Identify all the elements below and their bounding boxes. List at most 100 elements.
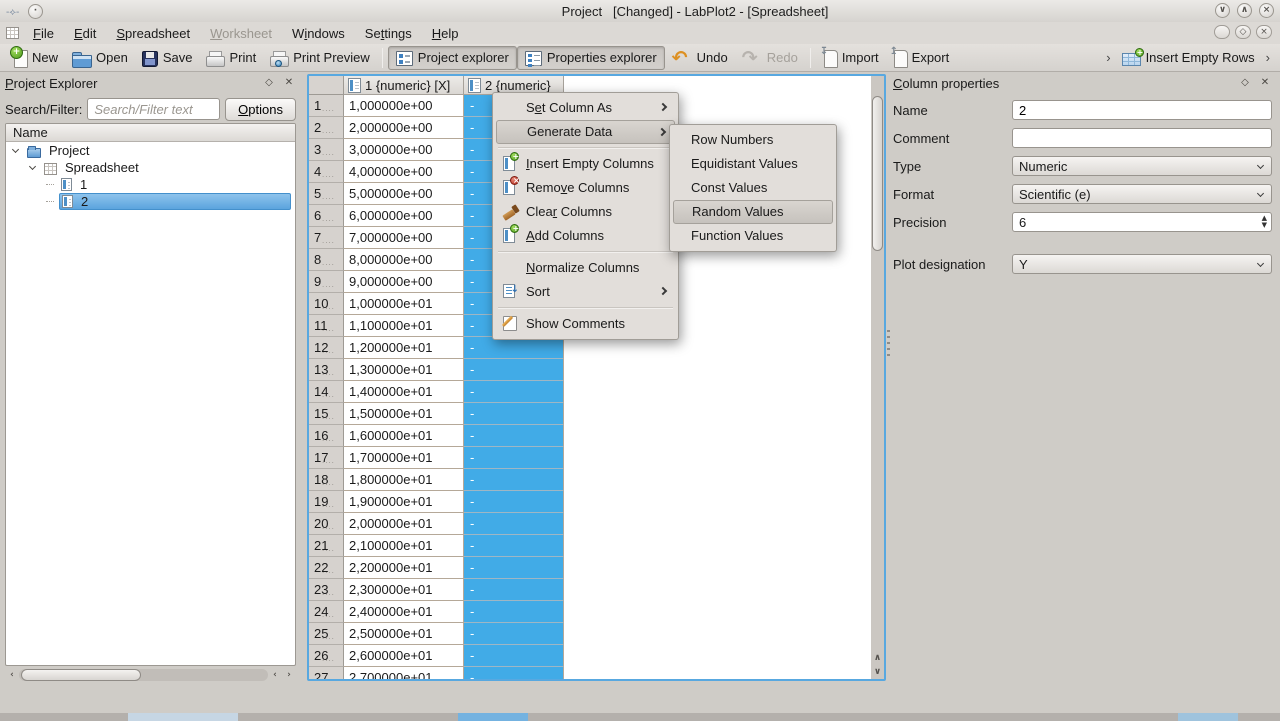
- row-header[interactable]: 3: [309, 139, 344, 161]
- minimize-button[interactable]: ∨: [1215, 3, 1230, 18]
- menu-item-equidistant-values[interactable]: Equidistant Values: [673, 152, 833, 176]
- cell-column-1[interactable]: 2,000000e+00: [344, 117, 464, 139]
- row-header[interactable]: 5: [309, 183, 344, 205]
- menu-item-const-values[interactable]: Const Values: [673, 176, 833, 200]
- format-select[interactable]: Scientific (e): [1012, 184, 1272, 204]
- row-header[interactable]: 8: [309, 249, 344, 271]
- scrollbar-thumb[interactable]: [21, 669, 141, 681]
- column-header-1[interactable]: 1 {numeric} [X]: [344, 76, 464, 95]
- scroll-down-icon[interactable]: ∨: [871, 665, 884, 679]
- cell-column-2-selected[interactable]: -: [464, 403, 564, 425]
- float-panel-icon[interactable]: ◇: [1238, 76, 1252, 90]
- close-panel-icon[interactable]: ✕: [282, 76, 296, 90]
- search-input[interactable]: [87, 98, 220, 120]
- cell-column-1[interactable]: 2,700000e+01: [344, 667, 464, 681]
- dock-splitter-handle[interactable]: [887, 330, 890, 356]
- menu-item-function-values[interactable]: Function Values: [673, 224, 833, 248]
- row-header[interactable]: 12: [309, 337, 344, 359]
- cell-column-2-selected[interactable]: -: [464, 425, 564, 447]
- cell-column-1[interactable]: 1,900000e+01: [344, 491, 464, 513]
- cell-column-2-selected[interactable]: -: [464, 557, 564, 579]
- spreadsheet-corner-button[interactable]: [309, 76, 344, 95]
- scrollbar-thumb[interactable]: [872, 96, 883, 251]
- cell-column-2-selected[interactable]: -: [464, 579, 564, 601]
- cell-column-1[interactable]: 1,400000e+01: [344, 381, 464, 403]
- import-button[interactable]: Import: [816, 46, 886, 70]
- row-header[interactable]: 10: [309, 293, 344, 315]
- cell-column-1[interactable]: 8,000000e+00: [344, 249, 464, 271]
- menu-item-set-column-as[interactable]: Set Column As: [496, 96, 675, 120]
- cell-column-1[interactable]: 2,100000e+01: [344, 535, 464, 557]
- cell-column-1[interactable]: 1,600000e+01: [344, 425, 464, 447]
- cell-column-1[interactable]: 2,400000e+01: [344, 601, 464, 623]
- cell-column-1[interactable]: 1,200000e+01: [344, 337, 464, 359]
- cell-column-2-selected[interactable]: -: [464, 491, 564, 513]
- cell-column-1[interactable]: 9,000000e+00: [344, 271, 464, 293]
- menu-item-random-values[interactable]: Random Values: [673, 200, 833, 224]
- precision-stepper[interactable]: 6 ▲ ▼: [1012, 212, 1272, 232]
- row-header[interactable]: 24: [309, 601, 344, 623]
- menu-item-row-numbers[interactable]: Row Numbers: [673, 128, 833, 152]
- print-button[interactable]: Print: [199, 46, 263, 70]
- row-header[interactable]: 15: [309, 403, 344, 425]
- spin-down-icon[interactable]: ▼: [1262, 222, 1267, 229]
- toolbar-overflow-icon[interactable]: ›: [1262, 50, 1274, 65]
- cell-column-1[interactable]: 1,700000e+01: [344, 447, 464, 469]
- scroll-right-icon[interactable]: ›: [282, 669, 296, 681]
- cell-column-1[interactable]: 1,100000e+01: [344, 315, 464, 337]
- project-explorer-button[interactable]: Project explorer: [388, 46, 517, 70]
- row-header[interactable]: 16: [309, 425, 344, 447]
- cell-column-2-selected[interactable]: -: [464, 447, 564, 469]
- tree-item-2[interactable]: 2: [6, 193, 295, 210]
- cell-column-1[interactable]: 1,800000e+01: [344, 469, 464, 491]
- cell-column-1[interactable]: 1,300000e+01: [344, 359, 464, 381]
- cell-column-1[interactable]: 1,000000e+01: [344, 293, 464, 315]
- mdi-close-button[interactable]: ×: [1256, 25, 1272, 39]
- cell-column-2-selected[interactable]: -: [464, 513, 564, 535]
- save-button[interactable]: Save: [135, 46, 200, 70]
- new-button[interactable]: New: [6, 46, 65, 70]
- row-header[interactable]: 11: [309, 315, 344, 337]
- menu-item-show-comments[interactable]: Show Comments: [496, 312, 675, 336]
- name-field[interactable]: [1012, 100, 1272, 120]
- cell-column-1[interactable]: 4,000000e+00: [344, 161, 464, 183]
- maximize-button[interactable]: ∧: [1237, 3, 1252, 18]
- cell-column-2-selected[interactable]: -: [464, 645, 564, 667]
- print-preview-button[interactable]: Print Preview: [263, 46, 377, 70]
- row-header[interactable]: 7: [309, 227, 344, 249]
- toolbar-overflow-icon[interactable]: ›: [1102, 50, 1114, 65]
- row-header[interactable]: 1: [309, 95, 344, 117]
- menu-item-clear-columns[interactable]: Clear Columns: [496, 200, 675, 224]
- scroll-up-icon[interactable]: ∧: [871, 651, 884, 665]
- insert-empty-rows-button[interactable]: Insert Empty Rows: [1115, 46, 1262, 70]
- cell-column-2-selected[interactable]: -: [464, 601, 564, 623]
- menu-item-remove-columns[interactable]: Remove Columns: [496, 176, 675, 200]
- scroll-left-icon[interactable]: ‹: [5, 669, 19, 681]
- tree-item-spreadsheet[interactable]: Spreadsheet: [6, 159, 295, 176]
- comment-field[interactable]: [1012, 128, 1272, 148]
- properties-explorer-button[interactable]: Properties explorer: [517, 46, 665, 70]
- undo-button[interactable]: Undo: [665, 46, 735, 70]
- plot-designation-select[interactable]: Y: [1012, 254, 1272, 274]
- cell-column-2-selected[interactable]: -: [464, 535, 564, 557]
- cell-column-1[interactable]: 2,000000e+01: [344, 513, 464, 535]
- menu-file[interactable]: File: [23, 23, 64, 43]
- expander-icon[interactable]: [12, 147, 20, 155]
- row-header[interactable]: 2: [309, 117, 344, 139]
- redo-button[interactable]: Redo: [735, 46, 805, 70]
- mdi-restore-button[interactable]: [1214, 25, 1230, 39]
- mdi-float-button[interactable]: ◇: [1235, 25, 1251, 39]
- row-header[interactable]: 13: [309, 359, 344, 381]
- cell-column-1[interactable]: 2,300000e+01: [344, 579, 464, 601]
- menu-spreadsheet[interactable]: Spreadsheet: [106, 23, 200, 43]
- row-header[interactable]: 20: [309, 513, 344, 535]
- cell-column-1[interactable]: 2,500000e+01: [344, 623, 464, 645]
- vertical-scrollbar[interactable]: ∧ ∨: [871, 76, 884, 679]
- cell-column-1[interactable]: 6,000000e+00: [344, 205, 464, 227]
- menu-item-normalize-columns[interactable]: Normalize Columns: [496, 256, 675, 280]
- cell-column-2-selected[interactable]: -: [464, 623, 564, 645]
- open-button[interactable]: Open: [65, 46, 135, 70]
- row-header[interactable]: 27: [309, 667, 344, 681]
- menu-help[interactable]: Help: [422, 23, 469, 43]
- menu-item-generate-data[interactable]: Generate Data: [496, 120, 675, 144]
